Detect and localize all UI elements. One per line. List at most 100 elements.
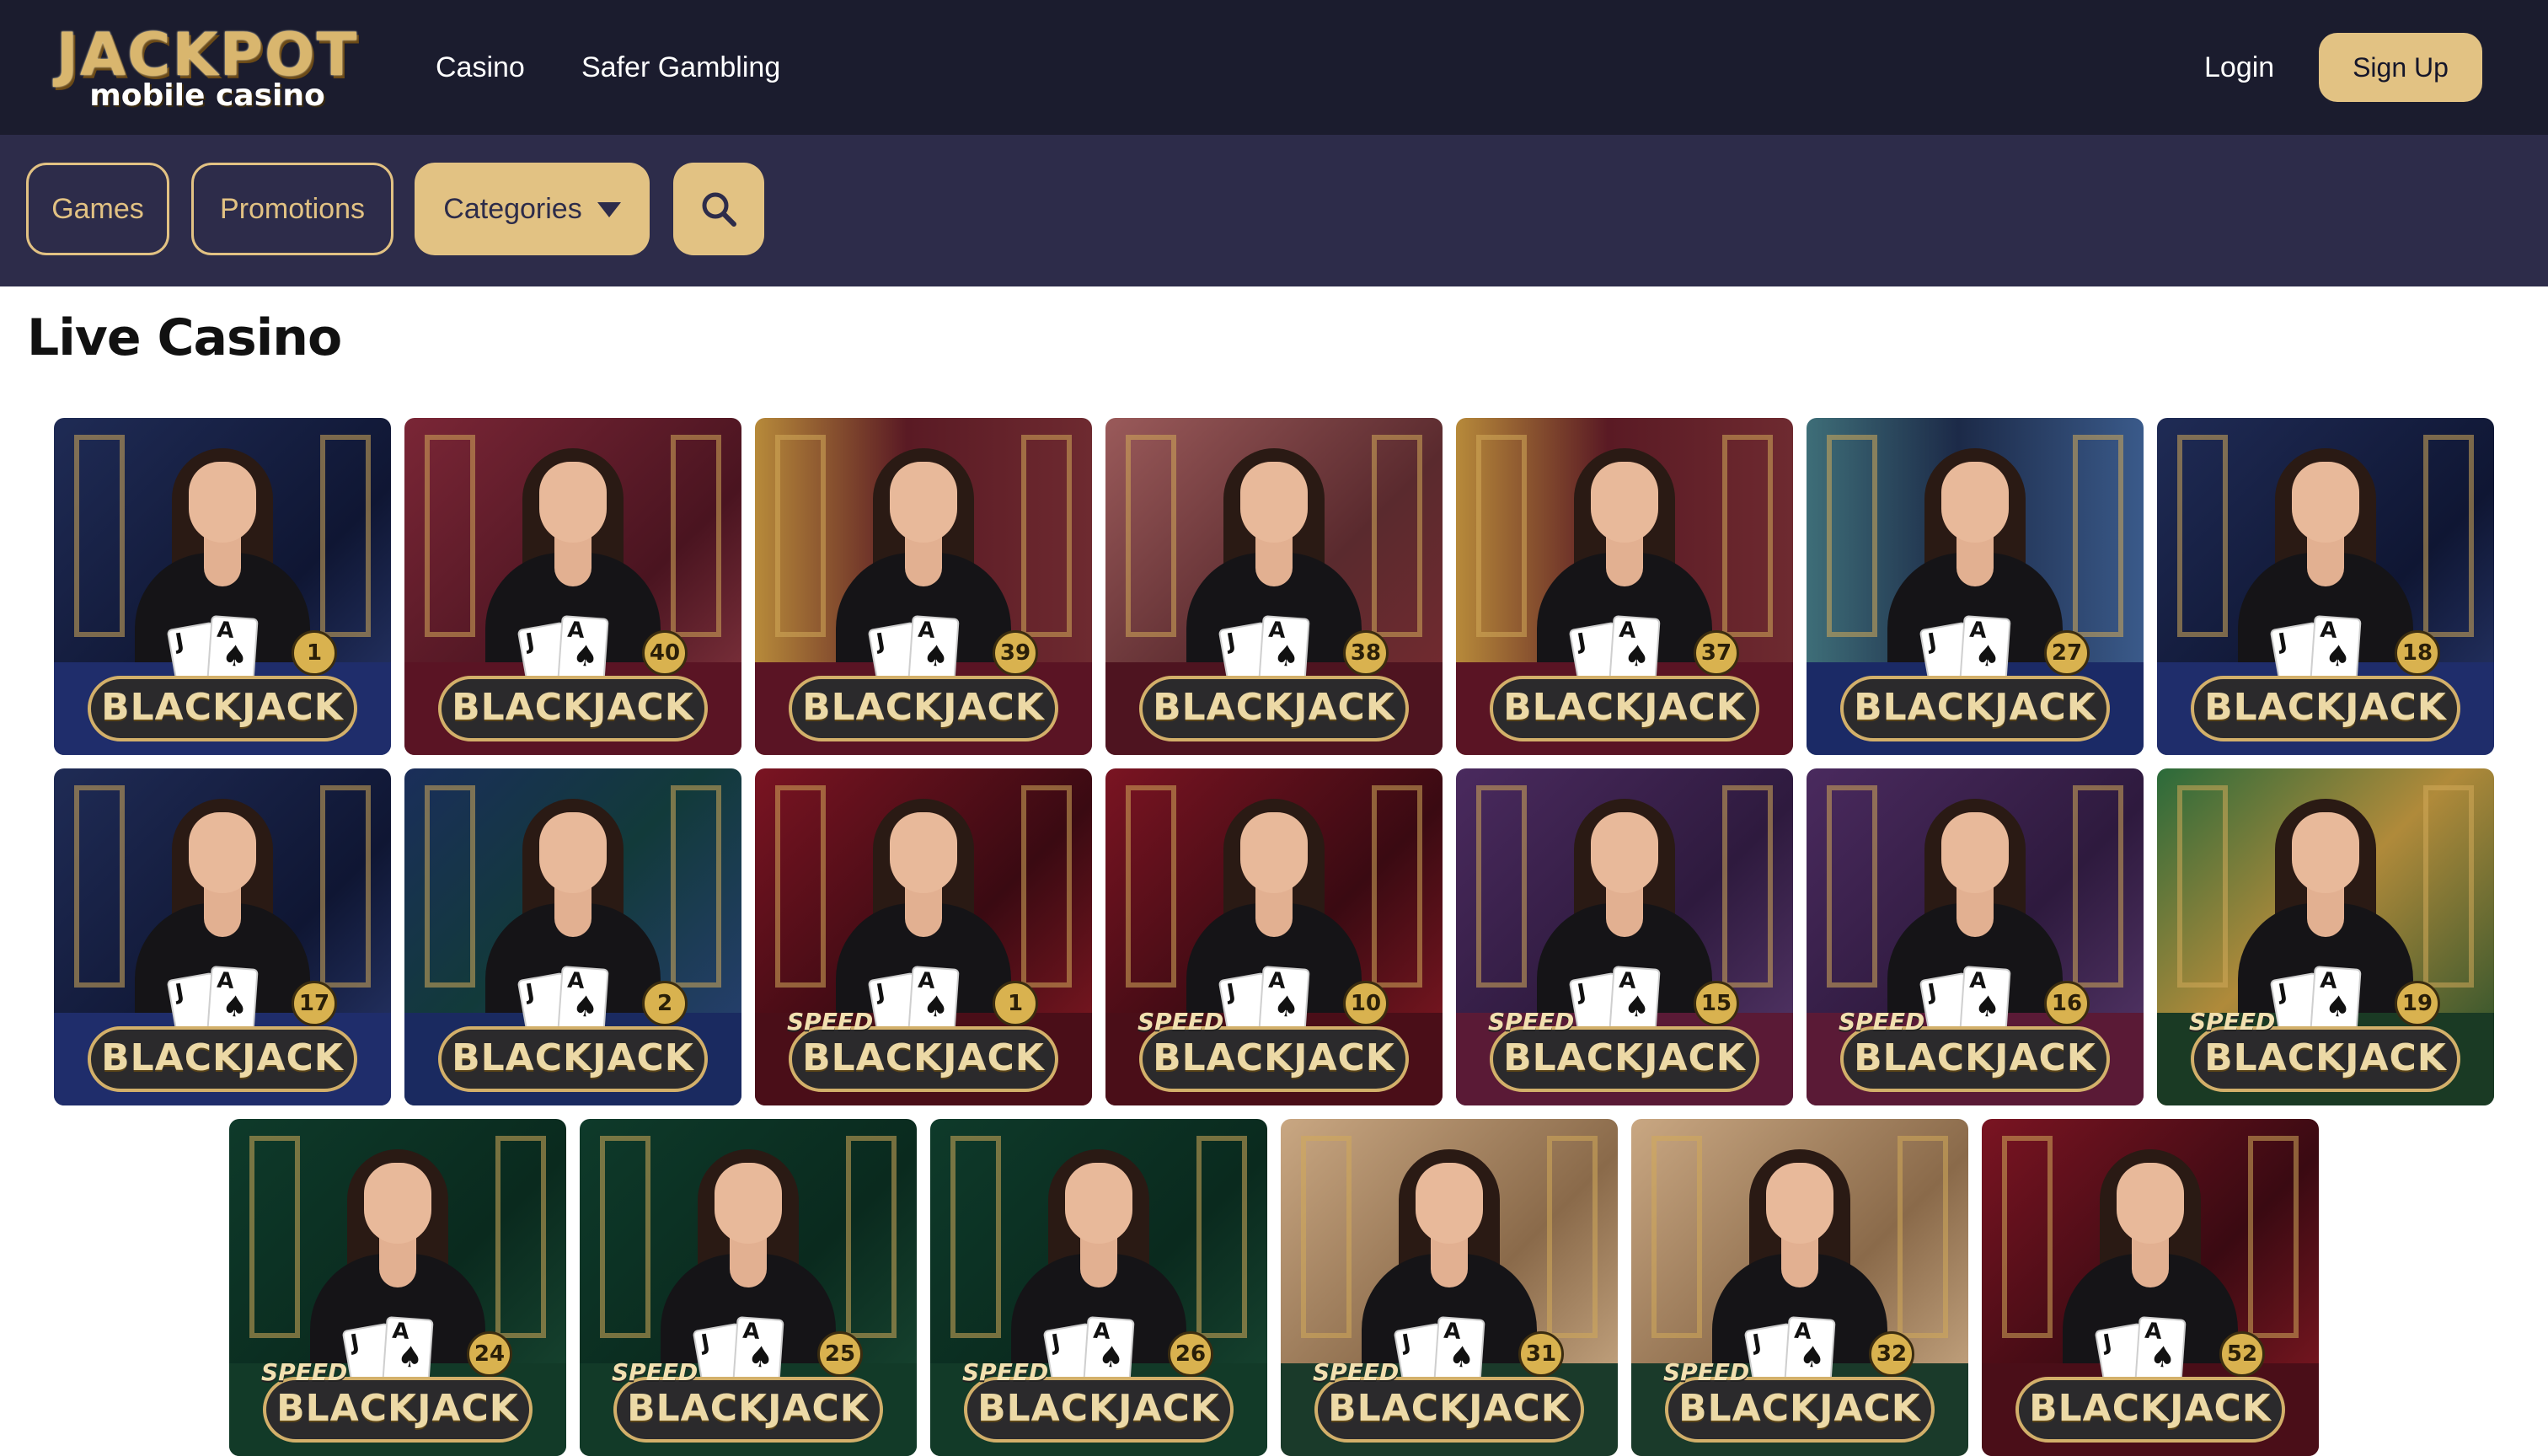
background-decoration	[425, 435, 475, 637]
card-ace-spades-icon: A	[1258, 966, 1310, 1035]
dealer-face	[1240, 812, 1308, 893]
games-button[interactable]: Games	[26, 163, 169, 255]
table-number-badge: 37	[1694, 630, 1739, 676]
game-tile[interactable]: JA26BLACKJACKSPEED	[930, 1119, 1267, 1456]
site-header: JACKPOT mobile casino Casino Safer Gambl…	[0, 0, 2548, 135]
card-ace-spades-icon: A	[1959, 615, 2011, 684]
card-ace-spades-icon: A	[2310, 966, 2362, 1035]
card-ace-spades-icon: A	[206, 615, 259, 684]
promotions-button[interactable]: Promotions	[191, 163, 393, 255]
dealer-face	[715, 1163, 782, 1244]
dealer-neck	[1255, 536, 1293, 586]
categories-dropdown[interactable]: Categories	[415, 163, 650, 255]
games-button-label: Games	[51, 192, 144, 225]
background-decoration	[775, 785, 826, 988]
speed-label: SPEED	[1839, 1008, 1925, 1036]
background-decoration	[1126, 785, 1176, 988]
background-decoration	[2177, 785, 2228, 988]
nav-casino-link[interactable]: Casino	[436, 44, 525, 91]
game-tile[interactable]: JA32BLACKJACKSPEED	[1631, 1119, 1968, 1456]
background-decoration	[425, 785, 475, 988]
game-tile[interactable]: JA2BLACKJACK	[404, 768, 741, 1105]
game-title: BLACKJACK	[2204, 686, 2447, 729]
card-ace-spades-icon: A	[907, 615, 960, 684]
speed-label: SPEED	[1138, 1008, 1224, 1036]
table-number-badge: 17	[292, 981, 337, 1026]
site-logo[interactable]: JACKPOT mobile casino	[56, 22, 356, 116]
logo-subtitle: mobile casino	[89, 78, 325, 113]
caret-down-icon	[597, 202, 621, 217]
game-tile[interactable]: JA25BLACKJACKSPEED	[580, 1119, 917, 1456]
game-tile[interactable]: JA24BLACKJACKSPEED	[229, 1119, 566, 1456]
page-title: Live Casino	[27, 308, 342, 367]
game-tile[interactable]: JA18BLACKJACK	[2157, 418, 2494, 755]
card-ace-spades-icon: A	[907, 966, 960, 1035]
game-tile[interactable]: JA27BLACKJACK	[1807, 418, 2144, 755]
game-tile[interactable]: JA31BLACKJACKSPEED	[1281, 1119, 1618, 1456]
game-title: BLACKJACK	[1854, 686, 2096, 729]
speed-label: SPEED	[1663, 1358, 1750, 1386]
game-tile[interactable]: JA10BLACKJACKSPEED	[1105, 768, 1443, 1105]
table-number-badge: 40	[642, 630, 688, 676]
background-decoration	[1547, 1136, 1598, 1338]
game-tile[interactable]: JA19BLACKJACKSPEED	[2157, 768, 2494, 1105]
game-tile[interactable]: JA17BLACKJACK	[54, 768, 391, 1105]
background-decoration	[1898, 1136, 1948, 1338]
dealer-neck	[1956, 886, 1994, 937]
search-button[interactable]	[673, 163, 764, 255]
background-decoration	[2073, 785, 2123, 988]
card-ace-spades-icon: A	[2310, 615, 2362, 684]
background-decoration	[2248, 1136, 2299, 1338]
background-decoration	[1651, 1136, 1702, 1338]
background-decoration	[671, 435, 721, 637]
card-ace-spades-icon: A	[2134, 1316, 2187, 1385]
game-tile[interactable]: JA1BLACKJACK	[54, 418, 391, 755]
background-decoration	[320, 785, 371, 988]
dealer-neck	[2132, 1237, 2169, 1287]
dealer-neck	[1606, 536, 1643, 586]
sign-up-button[interactable]: Sign Up	[2319, 33, 2482, 102]
table-number-badge: 1	[993, 981, 1038, 1026]
background-decoration	[1372, 435, 1422, 637]
dealer-face	[2117, 1163, 2184, 1244]
card-ace-spades-icon: A	[1609, 615, 1661, 684]
background-decoration	[2423, 435, 2474, 637]
dealer-neck	[204, 886, 241, 937]
game-tile[interactable]: JA40BLACKJACK	[404, 418, 741, 755]
dealer-neck	[1781, 1237, 1818, 1287]
background-decoration	[950, 1136, 1001, 1338]
game-title: BLACKJACK	[452, 1036, 694, 1079]
dealer-face	[890, 462, 957, 543]
background-decoration	[2002, 1136, 2053, 1338]
dealer-neck	[204, 536, 241, 586]
game-tile[interactable]: JA1BLACKJACKSPEED	[755, 768, 1092, 1105]
dealer-face	[1941, 812, 2009, 893]
game-tile[interactable]: JA38BLACKJACK	[1105, 418, 1443, 755]
game-tile[interactable]: JA52BLACKJACK	[1982, 1119, 2319, 1456]
dealer-neck	[1956, 536, 1994, 586]
nav-safer-gambling-link[interactable]: Safer Gambling	[581, 44, 780, 91]
card-ace-spades-icon: A	[557, 615, 609, 684]
background-decoration	[495, 1136, 546, 1338]
game-title: BLACKJACK	[101, 1036, 344, 1079]
game-title: BLACKJACK	[2204, 1036, 2447, 1079]
game-title: BLACKJACK	[1503, 1036, 1746, 1079]
card-ace-spades-icon: A	[1959, 966, 2011, 1035]
login-link[interactable]: Login	[2204, 44, 2274, 91]
speed-label: SPEED	[787, 1008, 874, 1036]
game-tile[interactable]: JA37BLACKJACK	[1456, 418, 1793, 755]
category-nav: Games Promotions Categories	[0, 135, 2548, 286]
game-tile[interactable]: JA15BLACKJACKSPEED	[1456, 768, 1793, 1105]
dealer-neck	[905, 886, 942, 937]
dealer-neck	[379, 1237, 416, 1287]
game-title: BLACKJACK	[1678, 1387, 1921, 1430]
background-decoration	[74, 785, 125, 988]
game-title: BLACKJACK	[1503, 686, 1746, 729]
background-decoration	[600, 1136, 650, 1338]
logo-wordmark: JACKPOT	[56, 20, 359, 89]
game-tile[interactable]: JA16BLACKJACKSPEED	[1807, 768, 2144, 1105]
card-ace-spades-icon: A	[1784, 1316, 1836, 1385]
dealer-face	[189, 812, 256, 893]
game-tile[interactable]: JA39BLACKJACK	[755, 418, 1092, 755]
card-ace-spades-icon: A	[1609, 966, 1661, 1035]
